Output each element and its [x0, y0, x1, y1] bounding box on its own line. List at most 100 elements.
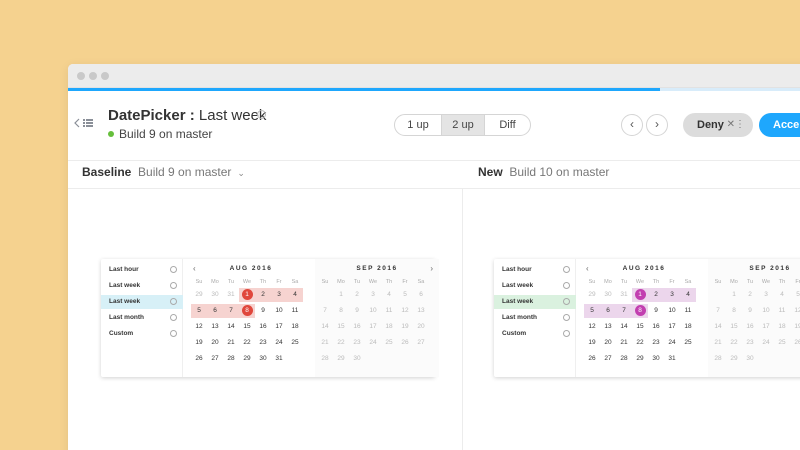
- calendar-day[interactable]: 8: [333, 304, 349, 318]
- calendar-day[interactable]: 30: [349, 352, 365, 366]
- preset-item[interactable]: Last month: [494, 311, 576, 325]
- calendar-day[interactable]: 30: [648, 352, 664, 366]
- calendar-day[interactable]: 24: [365, 336, 381, 350]
- deny-options-icon[interactable]: ✕⋮: [727, 113, 745, 137]
- calendar-day[interactable]: 11: [287, 304, 303, 318]
- calendar-day[interactable]: 9: [742, 304, 758, 318]
- calendar-day[interactable]: 23: [742, 336, 758, 350]
- calendar-day[interactable]: 11: [381, 304, 397, 318]
- calendar-day[interactable]: 2: [255, 288, 271, 302]
- window-minimize-dot[interactable]: [89, 72, 97, 80]
- chevron-left-icon[interactable]: ‹: [193, 264, 196, 273]
- calendar-day[interactable]: 10: [271, 304, 287, 318]
- calendar-day[interactable]: 3: [758, 288, 774, 302]
- calendar-day[interactable]: 8: [632, 304, 648, 318]
- calendar-day[interactable]: 26: [191, 352, 207, 366]
- calendar-day[interactable]: 4: [774, 288, 790, 302]
- calendar-day[interactable]: 24: [758, 336, 774, 350]
- calendar-day[interactable]: 21: [616, 336, 632, 350]
- calendar-day[interactable]: 2: [742, 288, 758, 302]
- calendar-day[interactable]: 28: [317, 352, 333, 366]
- calendar-day[interactable]: 11: [680, 304, 696, 318]
- preset-item[interactable]: Last hour: [494, 263, 576, 277]
- calendar-day[interactable]: 24: [664, 336, 680, 350]
- calendar-day[interactable]: 30: [742, 352, 758, 366]
- calendar-day[interactable]: 6: [600, 304, 616, 318]
- calendar-day[interactable]: 30: [207, 288, 223, 302]
- calendar-day[interactable]: 16: [648, 320, 664, 334]
- calendar-day[interactable]: 5: [191, 304, 207, 318]
- calendar-day[interactable]: 26: [584, 352, 600, 366]
- calendar-day[interactable]: 14: [223, 320, 239, 334]
- calendar-day[interactable]: 2: [349, 288, 365, 302]
- calendar-day[interactable]: 18: [287, 320, 303, 334]
- calendar-day[interactable]: 2: [648, 288, 664, 302]
- calendar-day[interactable]: 14: [317, 320, 333, 334]
- calendar-day[interactable]: 6: [413, 288, 429, 302]
- calendar-day[interactable]: 9: [255, 304, 271, 318]
- calendar-day[interactable]: 11: [774, 304, 790, 318]
- view-mode-1up[interactable]: 1 up: [395, 115, 441, 135]
- calendar-day[interactable]: 1: [632, 288, 648, 302]
- calendar-day[interactable]: 28: [710, 352, 726, 366]
- preset-item[interactable]: Last week: [101, 295, 183, 309]
- calendar-day[interactable]: 21: [317, 336, 333, 350]
- calendar-day[interactable]: 4: [381, 288, 397, 302]
- calendar-day[interactable]: 4: [287, 288, 303, 302]
- calendar-day[interactable]: 31: [223, 288, 239, 302]
- calendar-day[interactable]: 30: [255, 352, 271, 366]
- calendar-day[interactable]: 20: [600, 336, 616, 350]
- calendar-day[interactable]: 7: [710, 304, 726, 318]
- calendar-day[interactable]: 3: [271, 288, 287, 302]
- calendar-day[interactable]: 20: [413, 320, 429, 334]
- calendar-day[interactable]: 14: [710, 320, 726, 334]
- calendar-day[interactable]: 29: [239, 352, 255, 366]
- calendar-day[interactable]: 12: [397, 304, 413, 318]
- calendar-day[interactable]: 1: [333, 288, 349, 302]
- chevron-left-icon[interactable]: ‹: [586, 264, 589, 273]
- calendar-day[interactable]: 7: [616, 304, 632, 318]
- calendar-day[interactable]: 16: [349, 320, 365, 334]
- preset-item[interactable]: Last month: [101, 311, 183, 325]
- preset-item[interactable]: Custom: [494, 327, 576, 341]
- calendar-day[interactable]: 19: [790, 320, 800, 334]
- calendar-day[interactable]: 15: [239, 320, 255, 334]
- calendar-day[interactable]: 15: [632, 320, 648, 334]
- deny-button[interactable]: Deny ✕⋮: [683, 113, 753, 137]
- calendar-day[interactable]: 20: [207, 336, 223, 350]
- calendar-day[interactable]: 22: [333, 336, 349, 350]
- calendar-day[interactable]: 26: [790, 336, 800, 350]
- calendar-day[interactable]: 6: [207, 304, 223, 318]
- calendar-day[interactable]: 8: [239, 304, 255, 318]
- calendar-day[interactable]: 12: [584, 320, 600, 334]
- calendar-day[interactable]: 13: [207, 320, 223, 334]
- calendar-day[interactable]: 22: [239, 336, 255, 350]
- back-to-list-icon[interactable]: [74, 116, 96, 130]
- calendar-day[interactable]: 25: [287, 336, 303, 350]
- calendar-day[interactable]: 4: [680, 288, 696, 302]
- calendar-day[interactable]: 3: [365, 288, 381, 302]
- calendar-day[interactable]: 10: [664, 304, 680, 318]
- calendar-day[interactable]: 17: [365, 320, 381, 334]
- calendar-day[interactable]: 31: [664, 352, 680, 366]
- calendar-day[interactable]: 25: [774, 336, 790, 350]
- calendar-day[interactable]: 31: [271, 352, 287, 366]
- view-mode-diff[interactable]: Diff: [484, 115, 530, 135]
- calendar-day[interactable]: 18: [381, 320, 397, 334]
- calendar-day[interactable]: 5: [584, 304, 600, 318]
- accept-button[interactable]: Accept: [759, 113, 800, 137]
- calendar-day[interactable]: 22: [632, 336, 648, 350]
- calendar-day[interactable]: 18: [774, 320, 790, 334]
- calendar-day[interactable]: 9: [648, 304, 664, 318]
- calendar-day[interactable]: 29: [333, 352, 349, 366]
- calendar-day[interactable]: 27: [207, 352, 223, 366]
- window-close-dot[interactable]: [77, 72, 85, 80]
- baseline-column-label[interactable]: Baseline Build 9 on master ⌄: [82, 165, 245, 179]
- calendar-day[interactable]: 28: [616, 352, 632, 366]
- calendar-day[interactable]: 27: [413, 336, 429, 350]
- calendar-day[interactable]: 17: [664, 320, 680, 334]
- calendar-day[interactable]: 23: [648, 336, 664, 350]
- calendar-day[interactable]: 13: [600, 320, 616, 334]
- calendar-day[interactable]: 14: [616, 320, 632, 334]
- chevron-down-icon[interactable]: ⌄: [237, 168, 245, 179]
